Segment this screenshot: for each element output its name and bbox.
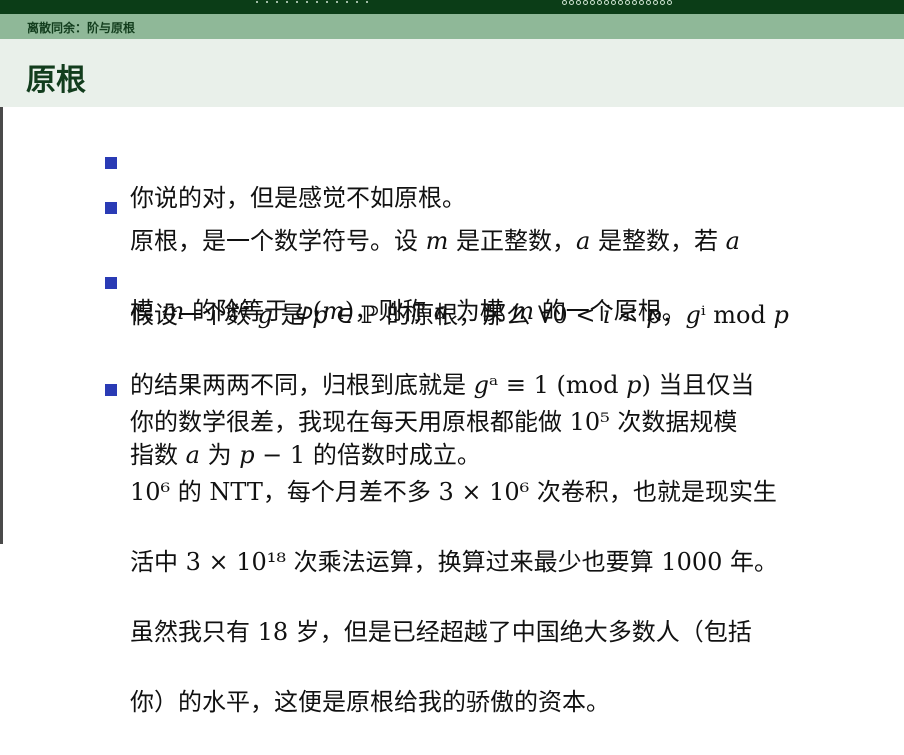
section-header-bar: 离散同余：阶与原根 xyxy=(0,14,904,39)
progress-circle[interactable] xyxy=(576,0,581,5)
progress-circle[interactable] xyxy=(639,0,644,5)
progress-dot xyxy=(276,1,278,3)
list-item-line: 假设一个数 𝑔 是 𝑝 ∈ ℙ 的原根，那么 ∀0 < 𝑖 < 𝑝，𝑔ⁱ mod… xyxy=(130,301,789,329)
progress-dot xyxy=(336,1,338,3)
progress-circle[interactable] xyxy=(660,0,665,5)
progress-circle[interactable] xyxy=(583,0,588,5)
progress-dot xyxy=(306,1,308,3)
progress-circle[interactable] xyxy=(604,0,609,5)
progress-circle[interactable] xyxy=(590,0,595,5)
list-item-line: 原根，是一个数学符号。设 𝑚 是正整数，𝑎 是整数，若 𝑎 xyxy=(130,227,740,255)
top-navigation-bar xyxy=(0,0,904,14)
progress-dot xyxy=(296,1,298,3)
bullet-marker xyxy=(105,384,117,396)
slide-progress-circles xyxy=(562,0,672,8)
section-title[interactable]: 离散同余：阶与原根 xyxy=(27,19,135,36)
progress-dot xyxy=(346,1,348,3)
progress-circle[interactable] xyxy=(569,0,574,5)
progress-dot xyxy=(366,1,368,3)
list-item-line: 虽然我只有 18 岁，但是已经超越了中国绝大多数人（包括 xyxy=(130,618,752,646)
list-item-line: 活中 3 × 10¹⁸ 次乘法运算，换算过来最少也要算 1000 年。 xyxy=(130,548,779,576)
progress-circle[interactable] xyxy=(653,0,658,5)
section-progress-dots xyxy=(256,0,368,8)
list-item-line: 10⁶ 的 NTT，每个月差不多 3 × 10⁶ 次卷积，也就是现实生 xyxy=(130,478,777,506)
progress-circle[interactable] xyxy=(646,0,651,5)
slide-title: 原根 xyxy=(26,63,86,98)
bullet-marker xyxy=(105,202,117,214)
progress-dot xyxy=(326,1,328,3)
progress-dot xyxy=(286,1,288,3)
frame-title-bar: 原根 xyxy=(0,39,904,107)
progress-circle[interactable] xyxy=(618,0,623,5)
progress-circle[interactable] xyxy=(562,0,567,5)
progress-circle[interactable] xyxy=(625,0,630,5)
progress-dot xyxy=(266,1,268,3)
left-border-line xyxy=(0,107,3,544)
bullet-marker xyxy=(105,157,117,169)
bullet-marker xyxy=(105,277,117,289)
progress-circle[interactable] xyxy=(667,0,672,5)
progress-dot xyxy=(316,1,318,3)
progress-circle[interactable] xyxy=(632,0,637,5)
list-item-line: 你的数学很差，我现在每天用原根都能做 10⁵ 次数据规模 xyxy=(130,408,738,436)
progress-dot xyxy=(256,1,258,3)
list-item-line: 你）的水平，这便是原根给我的骄傲的资本。 xyxy=(130,688,610,716)
progress-dot xyxy=(356,1,358,3)
progress-circle[interactable] xyxy=(611,0,616,5)
progress-circle[interactable] xyxy=(597,0,602,5)
list-item: 你的数学很差，我现在每天用原根都能做 10⁵ 次数据规模 10⁶ 的 NTT，每… xyxy=(130,370,850,755)
